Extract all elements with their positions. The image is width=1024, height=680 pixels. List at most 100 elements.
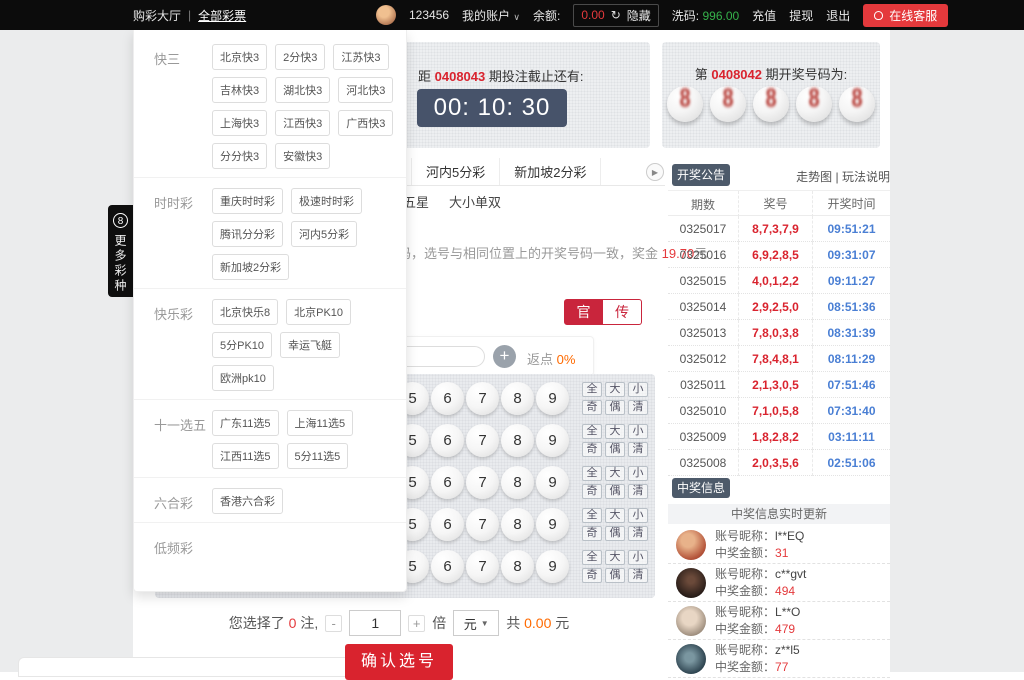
withdraw-link[interactable]: 提现 (789, 7, 813, 24)
nav-all-lotteries[interactable]: 全部彩票 (198, 7, 246, 24)
nav-lottery-hall[interactable]: 购彩大厅 (133, 7, 181, 24)
lottery-button[interactable]: 香港六合彩 (212, 488, 283, 514)
quick-odd[interactable]: 奇 (582, 568, 602, 583)
lottery-button[interactable]: 北京快乐8 (212, 299, 278, 325)
quick-odd[interactable]: 奇 (582, 484, 602, 499)
tab-singapore-2min[interactable]: 新加坡2分彩 (499, 158, 601, 185)
quick-even[interactable]: 偶 (605, 400, 625, 415)
more-lotteries-tab[interactable]: 8 更多彩种 (108, 205, 133, 297)
quick-clear[interactable]: 清 (628, 484, 648, 499)
lottery-button[interactable]: 5分11选5 (287, 443, 349, 469)
lottery-button[interactable]: 重庆时时彩 (212, 188, 283, 214)
tab-hanoi-5min[interactable]: 河内5分彩 (411, 158, 499, 185)
digit-ball[interactable]: 6 (431, 382, 464, 415)
digit-ball[interactable]: 9 (536, 466, 569, 499)
rules-link[interactable]: 玩法说明 (842, 170, 890, 184)
mode-official-button[interactable]: 官 (564, 299, 603, 325)
quick-big[interactable]: 大 (605, 550, 625, 565)
quick-big[interactable]: 大 (605, 508, 625, 523)
lottery-button[interactable]: 北京快3 (212, 44, 267, 70)
quick-small[interactable]: 小 (628, 382, 648, 397)
quick-all[interactable]: 全 (582, 466, 602, 481)
digit-ball[interactable]: 7 (466, 550, 499, 583)
lottery-button[interactable]: 广东11选5 (212, 410, 279, 436)
digit-ball[interactable]: 6 (431, 508, 464, 541)
quick-even[interactable]: 偶 (605, 526, 625, 541)
quick-big[interactable]: 大 (605, 466, 625, 481)
digit-ball[interactable]: 8 (501, 550, 534, 583)
digit-ball[interactable]: 7 (466, 508, 499, 541)
user-avatar[interactable] (376, 5, 396, 25)
recharge-link[interactable]: 充值 (752, 7, 776, 24)
digit-ball[interactable]: 9 (536, 550, 569, 583)
quick-all[interactable]: 全 (582, 424, 602, 439)
subtab-bigsmall-oddeven[interactable]: 大小单双 (449, 192, 501, 211)
digit-ball[interactable]: 7 (466, 466, 499, 499)
lottery-button[interactable]: 江苏快3 (333, 44, 388, 70)
mode-traditional-button[interactable]: 传 (603, 299, 642, 325)
quick-big[interactable]: 大 (605, 424, 625, 439)
digit-ball[interactable]: 8 (501, 466, 534, 499)
lottery-button[interactable]: 新加坡2分彩 (212, 254, 289, 280)
lottery-button[interactable]: 腾讯分分彩 (212, 221, 283, 247)
lottery-button[interactable]: 吉林快3 (212, 77, 267, 103)
digit-ball[interactable]: 9 (536, 424, 569, 457)
refresh-icon[interactable]: ↻ (611, 8, 621, 22)
quick-small[interactable]: 小 (628, 424, 648, 439)
lottery-button[interactable]: 湖北快3 (275, 77, 330, 103)
quick-odd[interactable]: 奇 (582, 526, 602, 541)
quick-small[interactable]: 小 (628, 550, 648, 565)
hide-balance-button[interactable]: 隐藏 (627, 7, 651, 24)
quick-clear[interactable]: 清 (628, 526, 648, 541)
quick-even[interactable]: 偶 (605, 568, 625, 583)
rebate-plus-button[interactable]: + (493, 345, 516, 368)
logout-link[interactable]: 退出 (826, 7, 850, 24)
quick-clear[interactable]: 清 (628, 568, 648, 583)
digit-ball[interactable]: 8 (501, 508, 534, 541)
unit-select[interactable]: 元 ▼ (453, 610, 499, 636)
digit-ball[interactable]: 7 (466, 382, 499, 415)
lottery-button[interactable]: 幸运飞艇 (280, 332, 340, 358)
lottery-button[interactable]: 2分快3 (275, 44, 325, 70)
quick-all[interactable]: 全 (582, 382, 602, 397)
quick-all[interactable]: 全 (582, 550, 602, 565)
lottery-button[interactable]: 上海快3 (212, 110, 267, 136)
quick-clear[interactable]: 清 (628, 400, 648, 415)
lottery-button[interactable]: 河内5分彩 (291, 221, 357, 247)
online-service-button[interactable]: 在线客服 (863, 4, 948, 27)
quick-odd[interactable]: 奇 (582, 400, 602, 415)
quick-even[interactable]: 偶 (605, 484, 625, 499)
account-menu[interactable]: 我的账户 ∨ (462, 7, 520, 24)
win-info-button[interactable]: 中奖信息 (672, 478, 730, 498)
quick-clear[interactable]: 清 (628, 442, 648, 457)
quick-all[interactable]: 全 (582, 508, 602, 523)
lottery-button[interactable]: 欧洲pk10 (212, 365, 274, 391)
lottery-button[interactable]: 江西快3 (275, 110, 330, 136)
digit-ball[interactable]: 7 (466, 424, 499, 457)
digit-ball[interactable]: 9 (536, 508, 569, 541)
confirm-selection-button[interactable]: 确认选号 (345, 644, 453, 680)
lottery-button[interactable]: 5分PK10 (212, 332, 272, 358)
digit-ball[interactable]: 6 (431, 550, 464, 583)
digit-ball[interactable]: 9 (536, 382, 569, 415)
multiplier-input[interactable] (349, 610, 401, 636)
lottery-button[interactable]: 安徽快3 (275, 143, 330, 169)
quick-big[interactable]: 大 (605, 382, 625, 397)
lottery-button[interactable]: 江西11选5 (212, 443, 279, 469)
lottery-button[interactable]: 极速时时彩 (291, 188, 362, 214)
trend-chart-link[interactable]: 走势图 (796, 170, 832, 184)
multiplier-minus-button[interactable]: - (325, 615, 342, 632)
quick-small[interactable]: 小 (628, 466, 648, 481)
lottery-button[interactable]: 广西快3 (338, 110, 393, 136)
digit-ball[interactable]: 6 (431, 424, 464, 457)
quick-even[interactable]: 偶 (605, 442, 625, 457)
lottery-button[interactable]: 河北快3 (338, 77, 393, 103)
digit-ball[interactable]: 8 (501, 382, 534, 415)
lottery-button[interactable]: 上海11选5 (287, 410, 354, 436)
digit-ball[interactable]: 8 (501, 424, 534, 457)
lottery-button[interactable]: 北京PK10 (286, 299, 351, 325)
quick-small[interactable]: 小 (628, 508, 648, 523)
digit-ball[interactable]: 6 (431, 466, 464, 499)
quick-odd[interactable]: 奇 (582, 442, 602, 457)
play-button[interactable]: ▶ (646, 163, 664, 181)
